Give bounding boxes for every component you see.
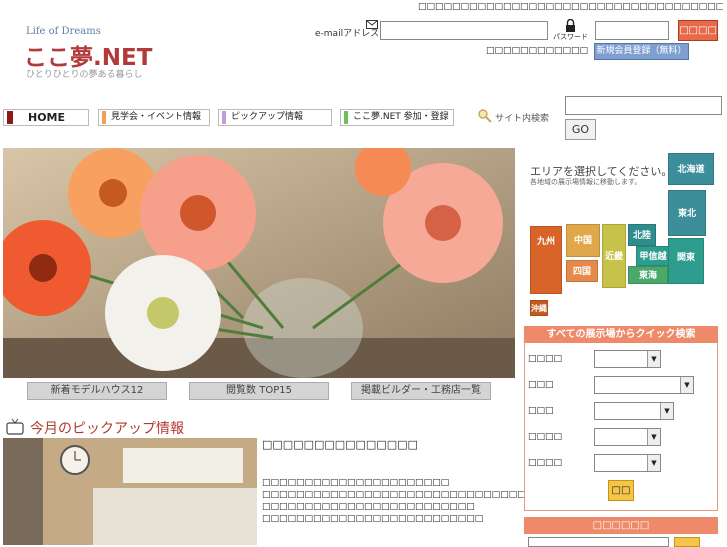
nav-join[interactable]: ここ夢.NET 参加・登録: [340, 109, 454, 126]
region-chugoku[interactable]: 中国: [566, 224, 600, 257]
pickup-headline[interactable]: □□□□□□□□□□□□□□□: [262, 438, 418, 451]
quick-search-submit-button[interactable]: □□: [608, 480, 634, 501]
qs-label: □□□□: [528, 432, 563, 442]
qs-label: □□□: [528, 380, 554, 390]
pickup-section-title: 今月のピックアップ情報: [30, 421, 184, 437]
keyword-search-header: □□□□□□: [524, 517, 718, 534]
top-views-button[interactable]: 閲覧数 TOP15: [189, 382, 329, 400]
region-okinawa[interactable]: 沖縄: [530, 300, 548, 316]
nav-home-bar: [7, 111, 13, 124]
site-search-input[interactable]: [565, 96, 722, 115]
region-kanto[interactable]: 関東: [668, 238, 704, 284]
nav-home-label: HOME: [28, 111, 66, 124]
tv-icon: [6, 418, 24, 435]
password-label: パスワード: [553, 33, 588, 41]
chevron-down-icon: ▼: [647, 429, 660, 445]
kitchen-illustration: [3, 438, 257, 545]
nav-pickup-label: ピックアップ情報: [231, 112, 304, 122]
chevron-down-icon: ▼: [680, 377, 693, 393]
qs-select-venue[interactable]: ▼: [594, 402, 674, 420]
search-go-button[interactable]: GO: [565, 119, 596, 140]
qs-select-city[interactable]: ▼: [594, 376, 694, 394]
pickup-line: □□□□□□□□□□□□□□□□□□□□□□: [262, 478, 450, 488]
logo-subtitle: ひとりひとりの夢ある暮らし: [26, 70, 143, 80]
region-kyushu[interactable]: 九州: [530, 226, 562, 294]
area-select-subtitle: 各地域の展示場情報に移動します。: [530, 178, 642, 186]
qs-label: □□□: [528, 406, 554, 416]
chevron-down-icon: ▼: [647, 455, 660, 471]
region-tokai[interactable]: 東海: [628, 266, 668, 284]
forgot-password-link[interactable]: □□□□□□□□□□□□: [486, 46, 588, 56]
qs-label: □□□□: [528, 458, 563, 468]
nav-event-bar: [102, 111, 106, 124]
nav-pickup-bar: [222, 111, 226, 124]
nav-join-bar: [344, 111, 348, 124]
top-info-text: □□□□□□□□□□□□□□□□□□□□□□□□□□□□□□□□□□□□□□□□…: [418, 2, 723, 12]
keyword-search-input[interactable]: [528, 537, 669, 547]
hero-flower-image: [3, 148, 515, 378]
qs-label: □□□□: [528, 354, 563, 364]
logo-tagline: Life of Dreams: [26, 26, 101, 37]
search-icon: [478, 109, 492, 123]
envelope-icon: [366, 20, 378, 29]
site-search-label: サイト内検索: [495, 114, 550, 124]
region-hokuriku[interactable]: 北陸: [628, 224, 656, 246]
nav-pickup[interactable]: ピックアップ情報: [218, 109, 332, 126]
new-model-house-button[interactable]: 新着モデルハウス12: [27, 382, 167, 400]
region-hokkaido[interactable]: 北海道: [668, 153, 714, 185]
login-button[interactable]: □□□□: [678, 20, 718, 41]
chevron-down-icon: ▼: [647, 351, 660, 367]
chevron-down-icon: ▼: [660, 403, 673, 419]
nav-join-label: ここ夢.NET 参加・登録: [353, 112, 449, 122]
lock-icon: [566, 19, 575, 32]
qs-select-builder[interactable]: ▼: [594, 428, 661, 446]
region-tohoku[interactable]: 東北: [668, 190, 706, 236]
register-button[interactable]: 新規会員登録（無料）: [594, 43, 689, 60]
quick-search-header: すべての展示場からクイック検索: [524, 326, 718, 343]
qs-select-price[interactable]: ▼: [594, 454, 661, 472]
password-input[interactable]: [595, 21, 669, 40]
region-koshinetsu[interactable]: 甲信越: [636, 246, 670, 266]
region-kinki[interactable]: 近畿: [602, 224, 626, 288]
pickup-kitchen-image[interactable]: [3, 438, 257, 545]
nav-event[interactable]: 見学会・イベント情報: [98, 109, 210, 126]
email-input[interactable]: [380, 21, 548, 40]
flower-illustration: [3, 148, 515, 378]
builder-list-button[interactable]: 掲載ビルダー・工務店一覧: [351, 382, 491, 400]
region-shikoku[interactable]: 四国: [566, 260, 598, 282]
pickup-line: □□□□□□□□□□□□□□□□□□□□□□□□□: [262, 502, 475, 512]
qs-select-prefecture[interactable]: ▼: [594, 350, 661, 368]
nav-event-label: 見学会・イベント情報: [111, 112, 202, 122]
pickup-line: □□□□□□□□□□□□□□□□□□□□□□□□□□: [262, 514, 484, 524]
nav-home[interactable]: HOME: [3, 109, 89, 126]
keyword-search-button[interactable]: [674, 537, 700, 547]
